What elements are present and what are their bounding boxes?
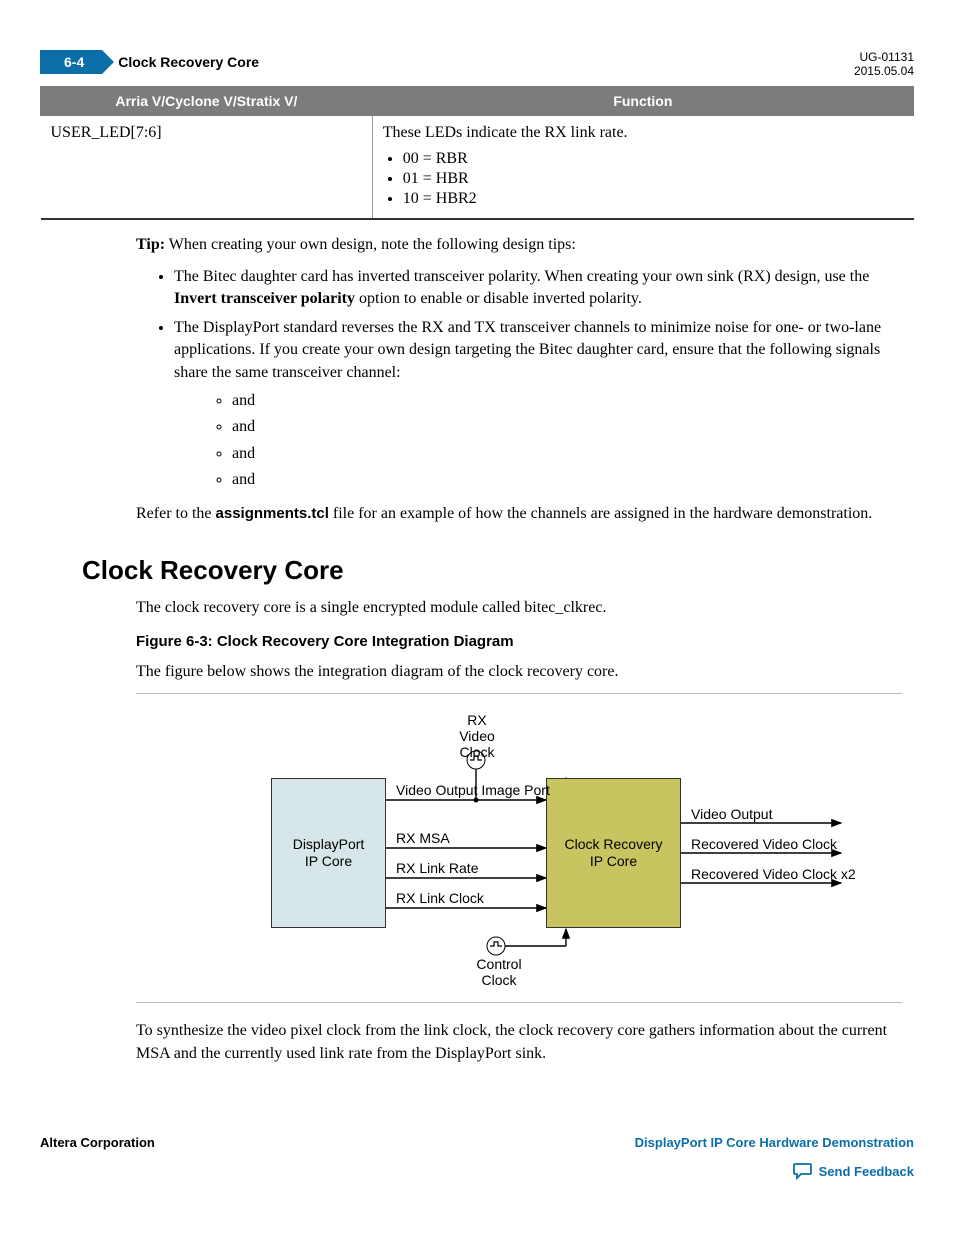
tip-text: When creating your own design, note the … (169, 236, 576, 253)
footer-doc-link[interactable]: DisplayPort IP Core Hardware Demonstrati… (635, 1135, 914, 1150)
page-footer: Altera Corporation DisplayPort IP Core H… (40, 1135, 914, 1180)
list-item: and (232, 390, 902, 412)
diagram-label-rx-msa: RX MSA (396, 830, 450, 846)
diagram-label-rx-video-clock: RX Video Clock (452, 712, 502, 760)
section-intro: The clock recovery core is a single encr… (136, 596, 902, 619)
page-number-tab: 6-4 (40, 50, 102, 74)
table-head-col2: Function (372, 87, 913, 116)
figure-intro: The figure below shows the integration d… (136, 660, 902, 683)
table-cell-intro: These LEDs indicate the RX link rate. (383, 124, 628, 141)
closing-paragraph: To synthesize the video pixel clock from… (136, 1019, 902, 1065)
list-item: The DisplayPort standard reverses the RX… (174, 317, 902, 492)
diagram-label-rx-link-clock: RX Link Clock (396, 890, 484, 906)
feedback-icon[interactable] (793, 1162, 813, 1180)
list-item: and (232, 469, 902, 491)
diagram-label-video-output-image-port: Video Output Image Port (396, 782, 550, 798)
diagram-container: DisplayPort IP Core Clock Recovery IP Co… (136, 693, 902, 1003)
design-tips-list: The Bitec daughter card has inverted tra… (156, 266, 902, 492)
list-item: 00 = RBR (403, 150, 904, 168)
footer-company: Altera Corporation (40, 1135, 155, 1150)
led-table: Arria V/Cyclone V/Stratix V/ Function US… (40, 86, 914, 220)
diagram-label-control-clock: Control Clock (474, 956, 524, 988)
tip-label: Tip: (136, 236, 165, 253)
list-item: 10 = HBR2 (403, 190, 904, 208)
table-cell-signal: USER_LED[7:6] (41, 116, 373, 220)
diagram-box-clock-recovery: Clock Recovery IP Core (546, 778, 681, 928)
diagram-label-recovered-video-clock-x2: Recovered Video Clock x2 (691, 866, 856, 882)
send-feedback-link[interactable]: Send Feedback (819, 1164, 914, 1179)
tip-block: Tip: When creating your own design, note… (136, 236, 902, 254)
figure-caption: Figure 6-3: Clock Recovery Core Integrat… (136, 633, 902, 650)
list-item: and (232, 443, 902, 465)
diagram-label-recovered-video-clock: Recovered Video Clock (691, 836, 837, 852)
header-title: Clock Recovery Core (118, 54, 259, 70)
table-cell-function: These LEDs indicate the RX link rate. 00… (372, 116, 913, 220)
refer-paragraph: Refer to the assignments.tcl file for an… (136, 502, 902, 525)
section-heading: Clock Recovery Core (82, 555, 914, 586)
doc-id: UG-01131 (854, 50, 914, 64)
table-row: USER_LED[7:6] These LEDs indicate the RX… (41, 116, 914, 220)
doc-date: 2015.05.04 (854, 64, 914, 78)
diagram-box-displayport: DisplayPort IP Core (271, 778, 386, 928)
diagram-label-video-output: Video Output (691, 806, 772, 822)
list-item: The Bitec daughter card has inverted tra… (174, 266, 902, 311)
list-item: and (232, 416, 902, 438)
list-item: 01 = HBR (403, 170, 904, 188)
table-head-col1: Arria V/Cyclone V/Stratix V/ (41, 87, 373, 116)
diagram-label-rx-link-rate: RX Link Rate (396, 860, 478, 876)
page-header: 6-4 Clock Recovery Core UG-01131 2015.05… (40, 50, 914, 78)
